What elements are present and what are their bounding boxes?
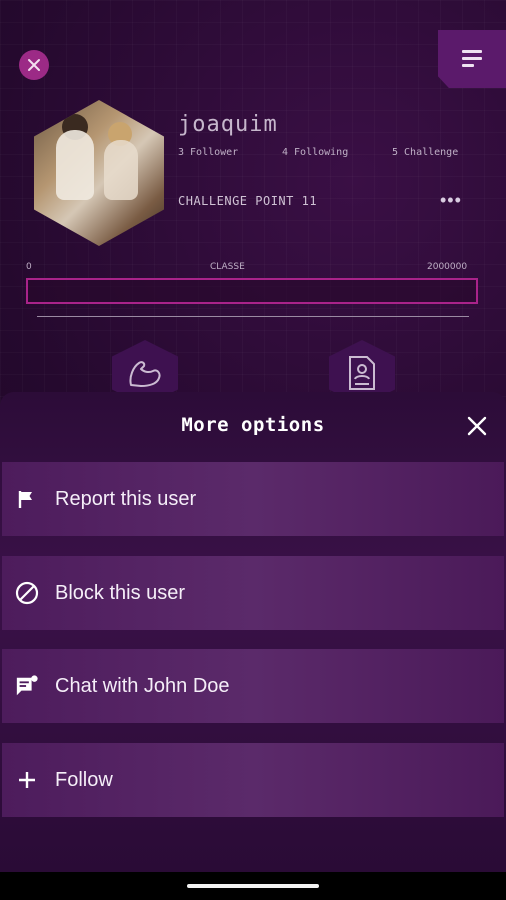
close-button[interactable] <box>19 50 49 80</box>
plus-icon <box>15 768 39 792</box>
flag-icon <box>15 487 39 511</box>
block-user-label: Block this user <box>55 581 186 604</box>
profile-screen: joaquim 3 Follower 4 Following 5 Challen… <box>0 0 506 900</box>
more-options-sheet: More options Report this user Block this… <box>0 392 506 872</box>
more-options-button[interactable]: ••• <box>440 190 462 211</box>
sheet-close-button[interactable] <box>463 412 491 440</box>
progress-max-label: 2000000 <box>427 262 468 272</box>
class-progress-bar <box>26 278 478 304</box>
challenge-count[interactable]: 5 Challenge <box>392 147 458 158</box>
menu-icon <box>462 50 482 67</box>
close-icon <box>28 59 40 71</box>
flexed-arm-icon <box>129 361 161 387</box>
sheet-title: More options <box>181 414 325 436</box>
chat-icon <box>15 674 39 698</box>
report-user-option[interactable]: Report this user <box>2 462 504 536</box>
following-count[interactable]: 4 Following <box>282 147 348 158</box>
chat-label: Chat with John Doe <box>55 674 230 697</box>
follow-label: Follow <box>55 768 113 791</box>
follow-option[interactable]: Follow <box>2 743 504 817</box>
document-user-icon <box>349 356 375 390</box>
challenge-point: CHALLENGE POINT 11 <box>178 194 318 208</box>
block-icon <box>15 581 39 605</box>
divider <box>37 316 469 317</box>
username: joaquim <box>178 112 278 137</box>
progress-class-label: CLASSE <box>210 262 245 272</box>
home-indicator[interactable] <box>187 884 319 888</box>
block-user-option[interactable]: Block this user <box>2 556 504 630</box>
chat-option[interactable]: Chat with John Doe <box>2 649 504 723</box>
followers-count[interactable]: 3 Follower <box>178 147 238 158</box>
progress-min-label: 0 <box>26 262 32 272</box>
report-user-label: Report this user <box>55 487 197 510</box>
close-icon <box>467 416 487 436</box>
menu-button[interactable] <box>438 30 506 88</box>
